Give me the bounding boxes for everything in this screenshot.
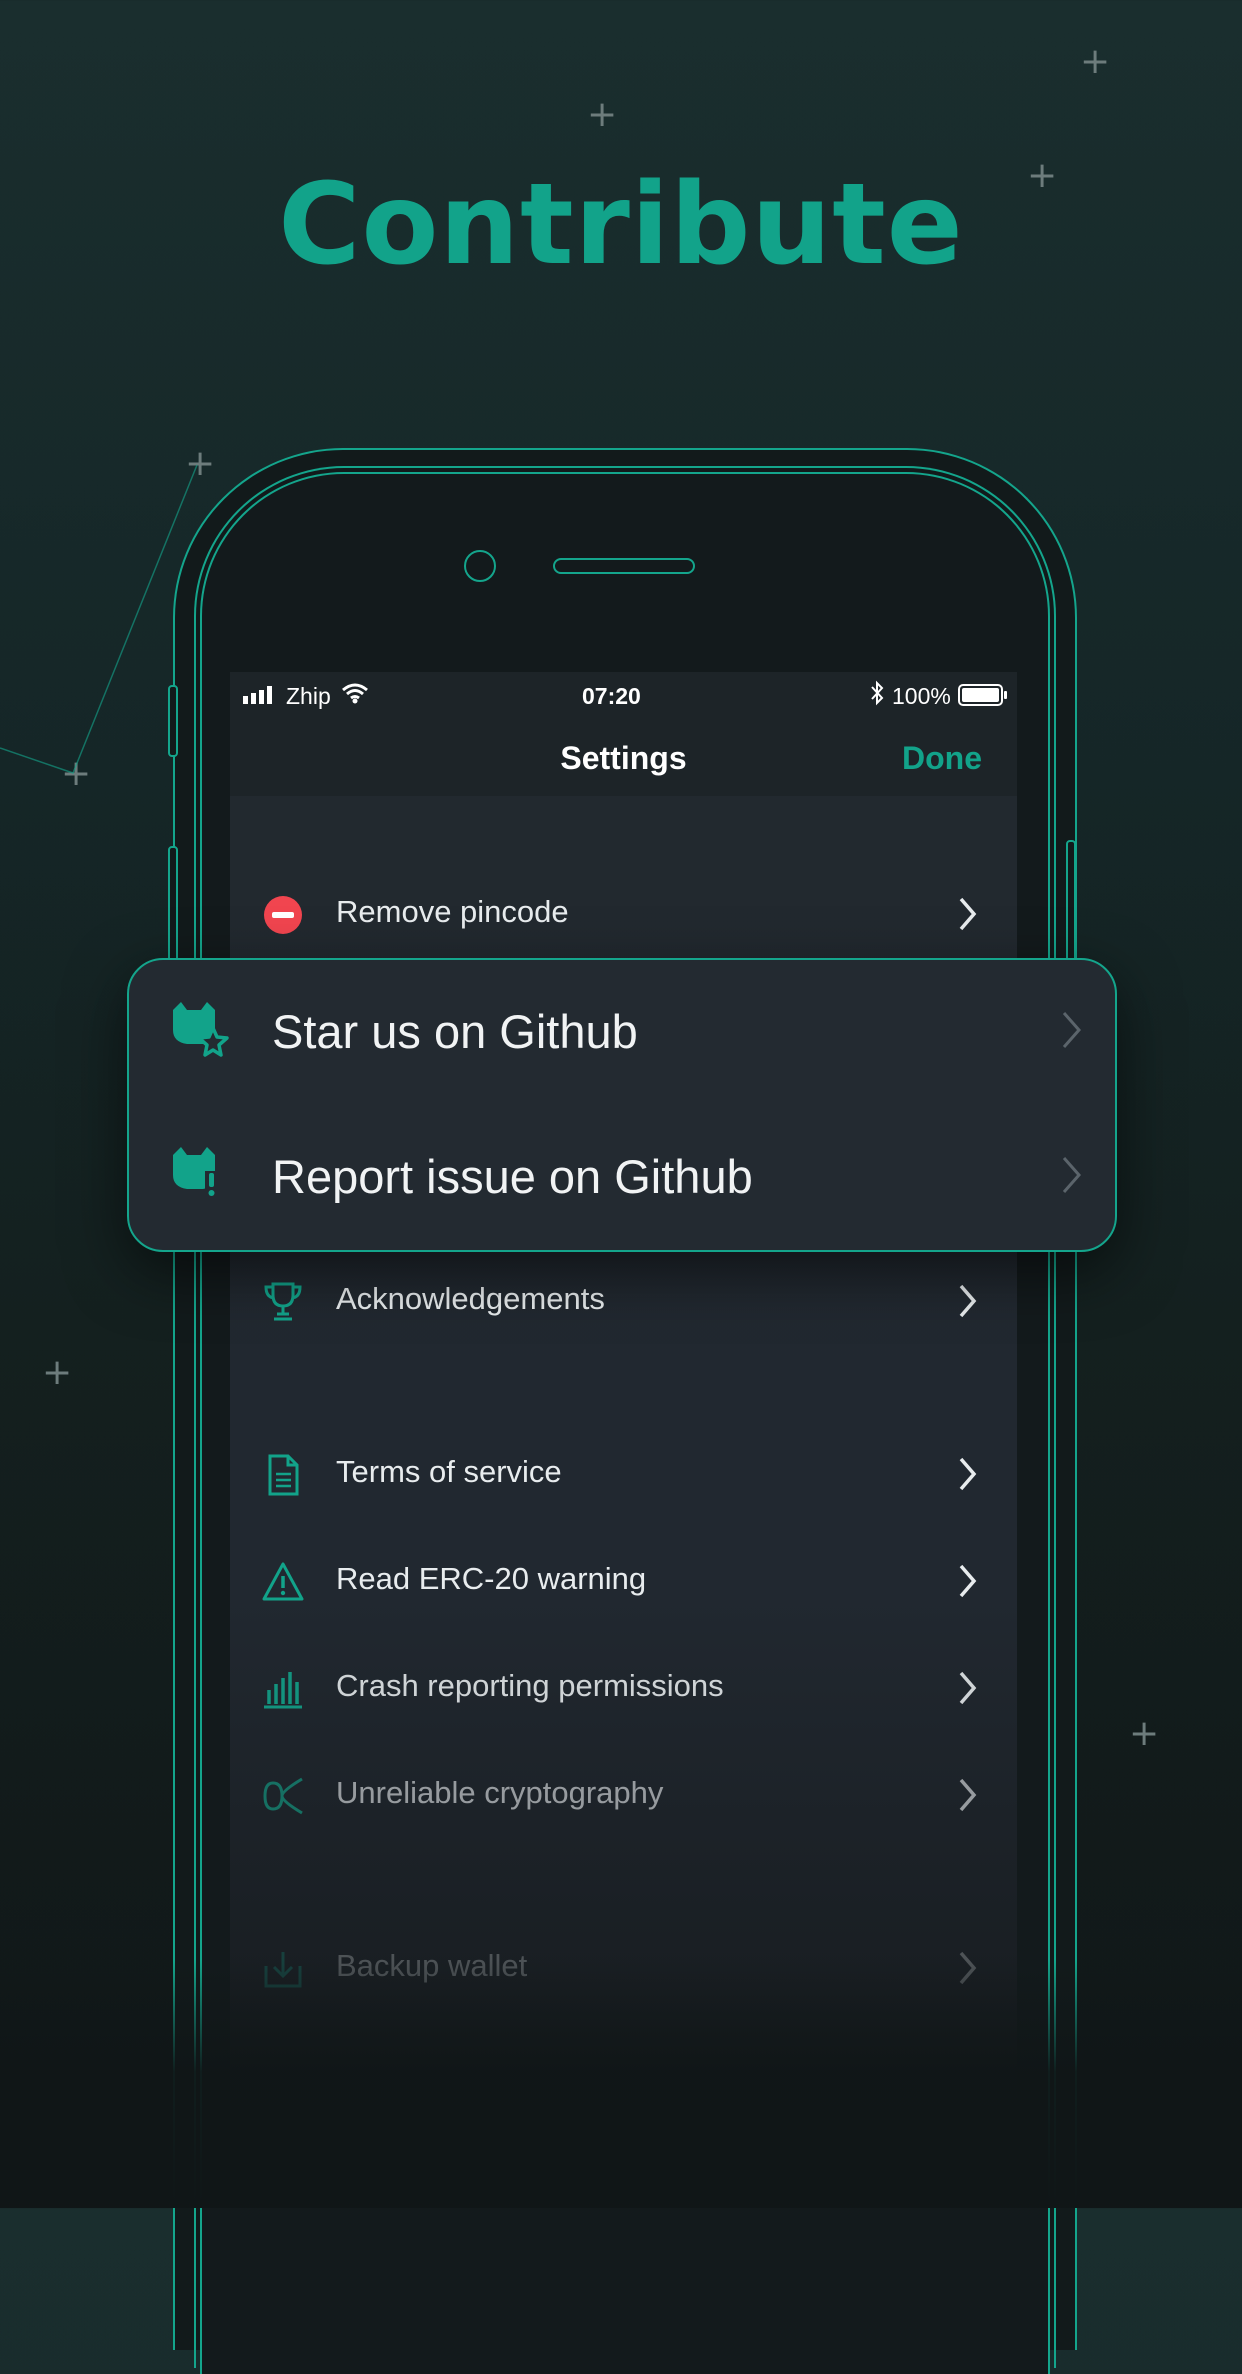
phone-volume-up bbox=[168, 846, 178, 976]
github-star-icon bbox=[173, 1002, 229, 1057]
settings-row-acknowledgements[interactable]: Acknowledgements bbox=[230, 1249, 1017, 1355]
nav-title: Settings bbox=[560, 740, 687, 776]
report-issue-on-github-row[interactable]: Report issue on Github bbox=[129, 1105, 1115, 1250]
remove-icon bbox=[264, 896, 302, 934]
row-label: Acknowledgements bbox=[336, 1281, 605, 1316]
page-headline: Contribute bbox=[278, 160, 964, 290]
phone-mute-switch bbox=[168, 685, 178, 757]
bottom-fade-overlay bbox=[0, 1960, 1242, 2208]
document-icon bbox=[268, 1454, 299, 1496]
row-label: Crash reporting permissions bbox=[336, 1668, 724, 1703]
wifi-icon bbox=[342, 683, 368, 704]
earpiece-speaker bbox=[553, 558, 695, 574]
front-camera bbox=[464, 550, 496, 582]
sparkle-plus-icon: + bbox=[1080, 41, 1111, 82]
chevron-right-icon bbox=[959, 1457, 977, 1491]
sparkle-plus-icon: + bbox=[587, 94, 618, 135]
sparkle-plus-icon: + bbox=[1129, 1713, 1160, 1754]
chevron-right-icon bbox=[1062, 1012, 1082, 1048]
signal-icon bbox=[243, 686, 272, 704]
row-label: Star us on Github bbox=[272, 1005, 638, 1058]
chevron-right-icon bbox=[959, 897, 977, 931]
sparkle-plus-icon: + bbox=[42, 1352, 73, 1393]
carrier-name: Zhip bbox=[286, 683, 331, 709]
row-label: Terms of service bbox=[336, 1454, 562, 1489]
curve-icon bbox=[263, 1777, 303, 1815]
row-label: Report issue on Github bbox=[272, 1150, 753, 1203]
trophy-icon bbox=[264, 1282, 302, 1321]
chevron-right-icon bbox=[959, 1284, 977, 1318]
settings-row-crash-reporting[interactable]: Crash reporting permissions bbox=[230, 1636, 1017, 1742]
bar-chart-icon bbox=[264, 1672, 302, 1709]
star-on-github-row[interactable]: Star us on Github bbox=[129, 960, 1115, 1105]
row-label: Read ERC-20 warning bbox=[336, 1561, 647, 1596]
warning-icon bbox=[262, 1562, 304, 1601]
row-label: Remove pincode bbox=[336, 894, 569, 929]
chevron-right-icon bbox=[959, 1778, 977, 1812]
settings-row-terms[interactable]: Terms of service bbox=[230, 1422, 1017, 1528]
phone-power-button bbox=[1066, 840, 1076, 970]
chevron-right-icon bbox=[959, 1671, 977, 1705]
github-issue-icon bbox=[173, 1147, 219, 1196]
settings-row-remove-pincode[interactable]: Remove pincode bbox=[230, 862, 1017, 968]
battery-percent: 100% bbox=[892, 683, 951, 709]
status-time: 07:20 bbox=[582, 683, 641, 709]
settings-row-erc20-warning[interactable]: Read ERC-20 warning bbox=[230, 1529, 1017, 1635]
row-label: Unreliable cryptography bbox=[336, 1775, 664, 1810]
navigation-bar: Settings Done bbox=[230, 724, 1017, 796]
settings-row-unreliable-cryptography[interactable]: Unreliable cryptography bbox=[230, 1743, 1017, 1849]
status-bar: Zhip 07:20 100% bbox=[230, 672, 1017, 724]
chevron-right-icon bbox=[959, 1564, 977, 1598]
github-actions-card: Star us on Github Report issue on Github bbox=[127, 958, 1117, 1252]
chevron-right-icon bbox=[1062, 1157, 1082, 1193]
done-button[interactable]: Done bbox=[902, 740, 982, 777]
battery-icon bbox=[958, 684, 1007, 706]
bluetooth-icon bbox=[871, 680, 884, 706]
